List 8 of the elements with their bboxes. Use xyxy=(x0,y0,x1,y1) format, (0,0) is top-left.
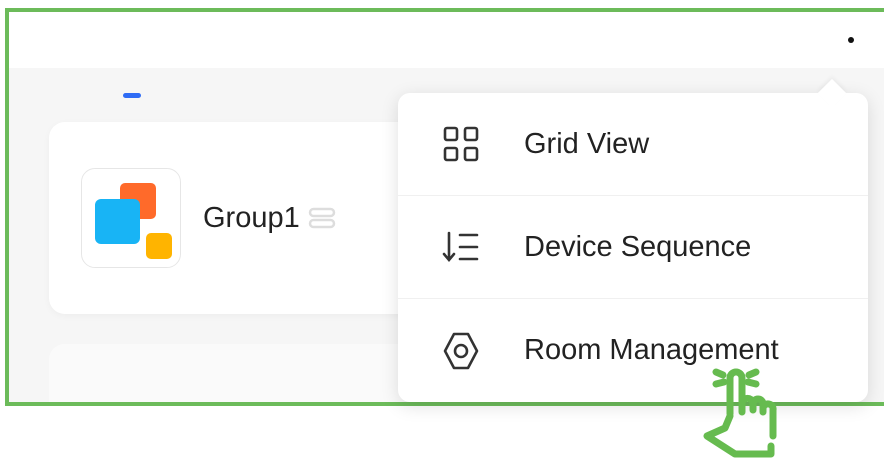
group-name: Group1 xyxy=(203,202,300,234)
menu-item[interactable]: Grid View xyxy=(398,93,868,196)
group-logo-icon xyxy=(81,168,181,268)
more-icon[interactable] xyxy=(848,37,854,43)
menu-item[interactable]: Device Sequence xyxy=(398,196,868,299)
link-icon xyxy=(308,207,336,229)
grid-icon xyxy=(441,124,481,164)
tab-indicator xyxy=(123,92,141,98)
